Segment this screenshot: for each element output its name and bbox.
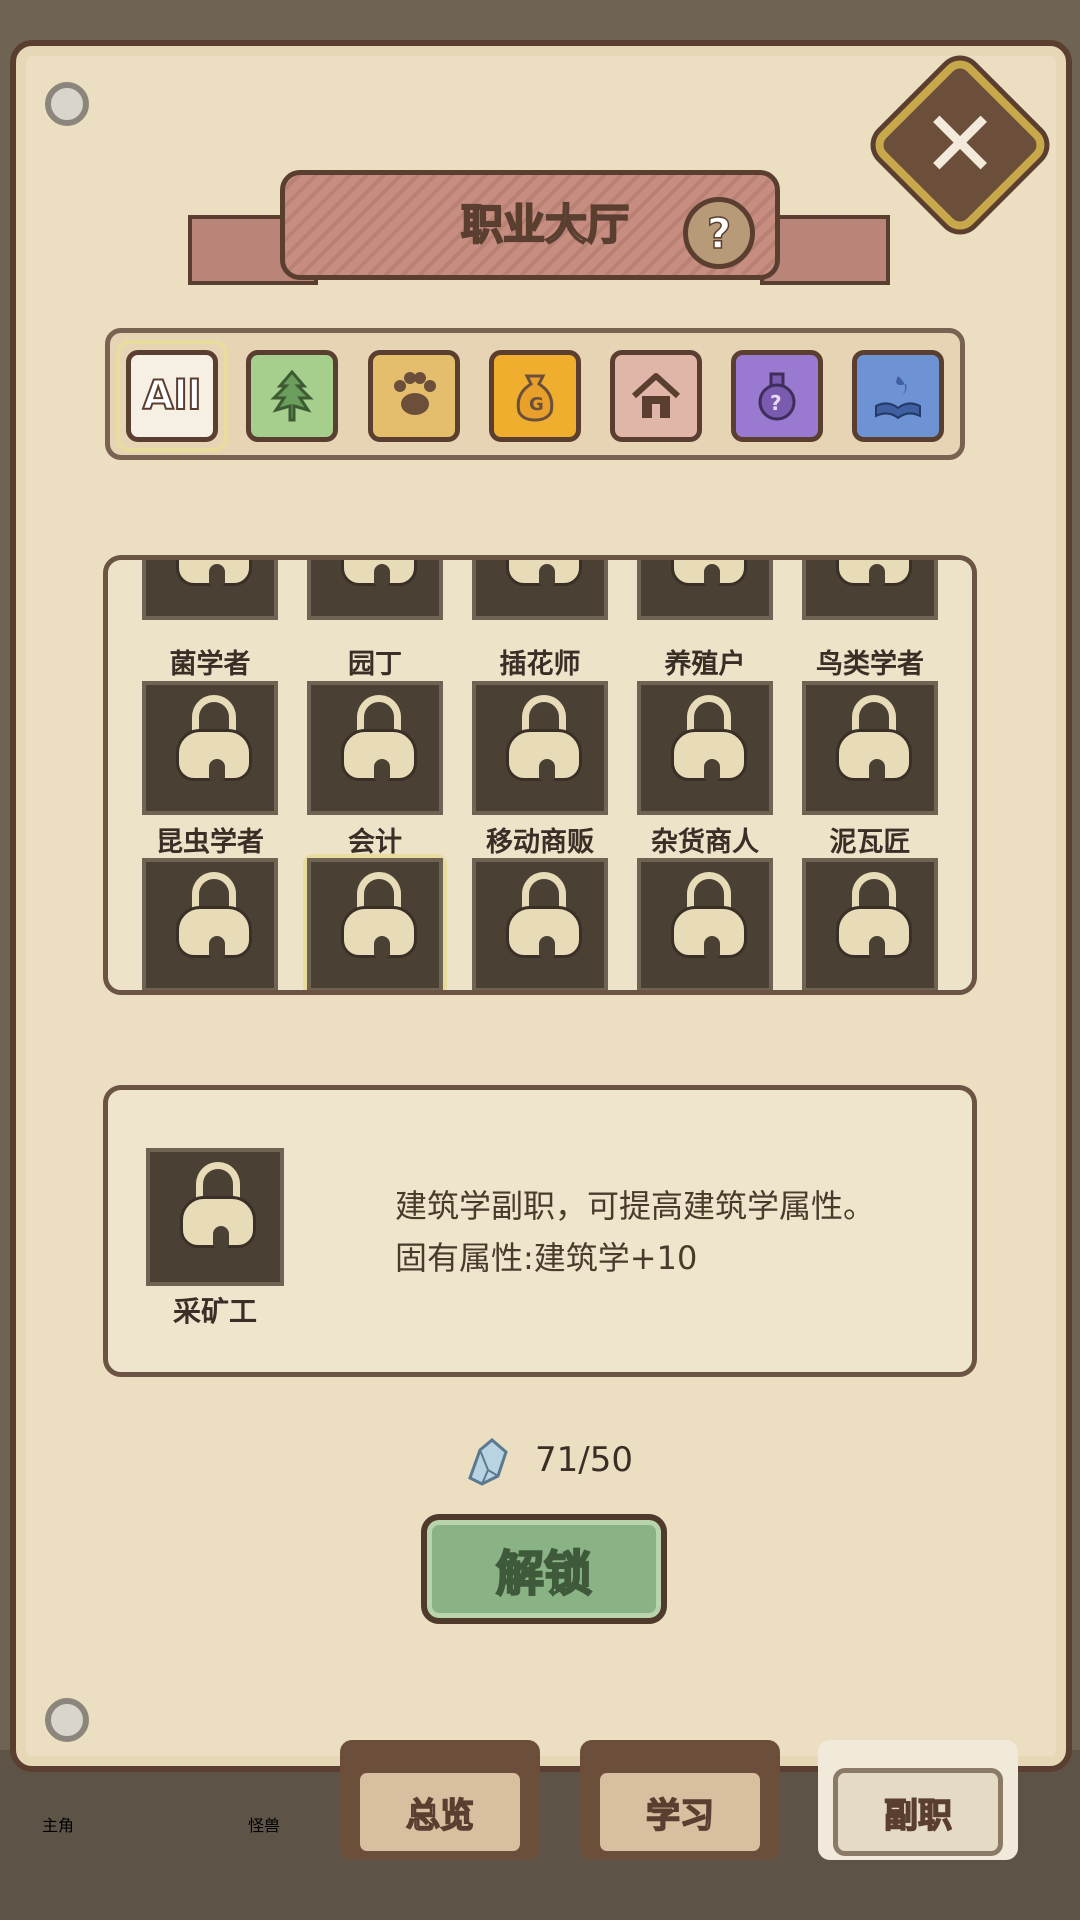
detail-description: 建筑学副职，可提高建筑学属性。 固有属性:建筑学+10 <box>395 1180 955 1284</box>
detail-job-name: 采矿工 <box>172 1295 257 1328</box>
job-tile[interactable] <box>472 560 608 620</box>
lock-icon <box>671 872 747 958</box>
paw-icon <box>383 365 445 427</box>
lock-icon <box>671 695 747 781</box>
category-tab-all[interactable]: All <box>126 350 218 442</box>
job-tile[interactable] <box>802 560 938 620</box>
detail-description-line2: 固有属性:建筑学+10 <box>395 1239 698 1277</box>
unlock-button[interactable]: 解锁 <box>421 1514 667 1624</box>
job-label: 菌学者 <box>169 649 251 680</box>
job-tile[interactable] <box>472 681 608 815</box>
job-tile-selected[interactable] <box>307 858 443 990</box>
lock-icon <box>836 872 912 958</box>
crystal-icon <box>462 1432 512 1488</box>
lock-icon <box>341 695 417 781</box>
job-tile[interactable] <box>142 681 278 815</box>
category-tab-animal[interactable] <box>368 350 460 442</box>
lock-icon <box>506 695 582 781</box>
detail-description-line1: 建筑学副职，可提高建筑学属性。 <box>395 1187 876 1225</box>
lock-icon <box>506 872 582 958</box>
leaf-icon <box>261 365 323 427</box>
lock-icon <box>180 1162 256 1248</box>
job-tile[interactable] <box>802 858 938 990</box>
job-tile[interactable] <box>307 560 443 620</box>
category-tab-magic[interactable] <box>852 350 944 442</box>
job-label: 泥瓦匠 <box>829 827 911 858</box>
potion-icon: ? <box>746 365 808 427</box>
job-label: 插花师 <box>499 649 581 680</box>
house-icon <box>625 365 687 427</box>
unlock-cost: 71/50 <box>535 1440 633 1480</box>
job-label: 移动商贩 <box>486 827 594 858</box>
lock-icon <box>836 695 912 781</box>
lock-icon <box>506 560 582 586</box>
job-label: 杂货商人 <box>651 827 759 858</box>
job-tile[interactable] <box>802 681 938 815</box>
book-flame-icon <box>867 365 929 427</box>
job-label: 昆虫学者 <box>156 827 264 858</box>
job-label: 鸟类学者 <box>816 649 924 680</box>
close-icon[interactable]: ✕ <box>895 80 1025 210</box>
job-tile[interactable] <box>307 681 443 815</box>
job-tile[interactable] <box>637 560 773 620</box>
job-label: 养殖户 <box>664 649 746 680</box>
tab-overview[interactable]: 总览 <box>355 1768 525 1856</box>
svg-text:?: ? <box>770 391 782 415</box>
job-tile[interactable] <box>142 560 278 620</box>
job-tile[interactable] <box>142 858 278 990</box>
lock-icon <box>341 560 417 586</box>
svg-text:G: G <box>529 394 544 415</box>
tab-study[interactable]: 学习 <box>595 1768 765 1856</box>
detail-job-icon <box>146 1148 284 1286</box>
lock-icon <box>176 695 252 781</box>
pin-icon <box>45 1698 89 1742</box>
category-tab-trade[interactable]: G <box>489 350 581 442</box>
job-label: 园丁 <box>348 649 402 680</box>
job-tile[interactable] <box>637 858 773 990</box>
lock-icon <box>341 872 417 958</box>
page-title: 职业大厅 <box>460 199 630 250</box>
job-grid: 菌学者 园丁 插花师 养殖户 鸟类学者 昆虫学者 会计 移动商贩 杂货商人 泥瓦… <box>103 555 977 995</box>
lock-icon <box>176 560 252 586</box>
job-tile[interactable] <box>472 858 608 990</box>
lock-icon <box>836 560 912 586</box>
money-bag-icon: G <box>504 365 566 427</box>
question-icon[interactable]: ? <box>683 197 755 269</box>
tab-sub-job[interactable]: 副职 <box>833 1768 1003 1856</box>
category-tab-building[interactable] <box>610 350 702 442</box>
lock-icon <box>176 872 252 958</box>
pin-icon <box>45 82 89 126</box>
all-icon: All <box>142 372 202 420</box>
job-tile[interactable] <box>637 681 773 815</box>
category-tab-plant[interactable] <box>246 350 338 442</box>
lock-icon <box>671 560 747 586</box>
category-tab-alchemy[interactable]: ? <box>731 350 823 442</box>
